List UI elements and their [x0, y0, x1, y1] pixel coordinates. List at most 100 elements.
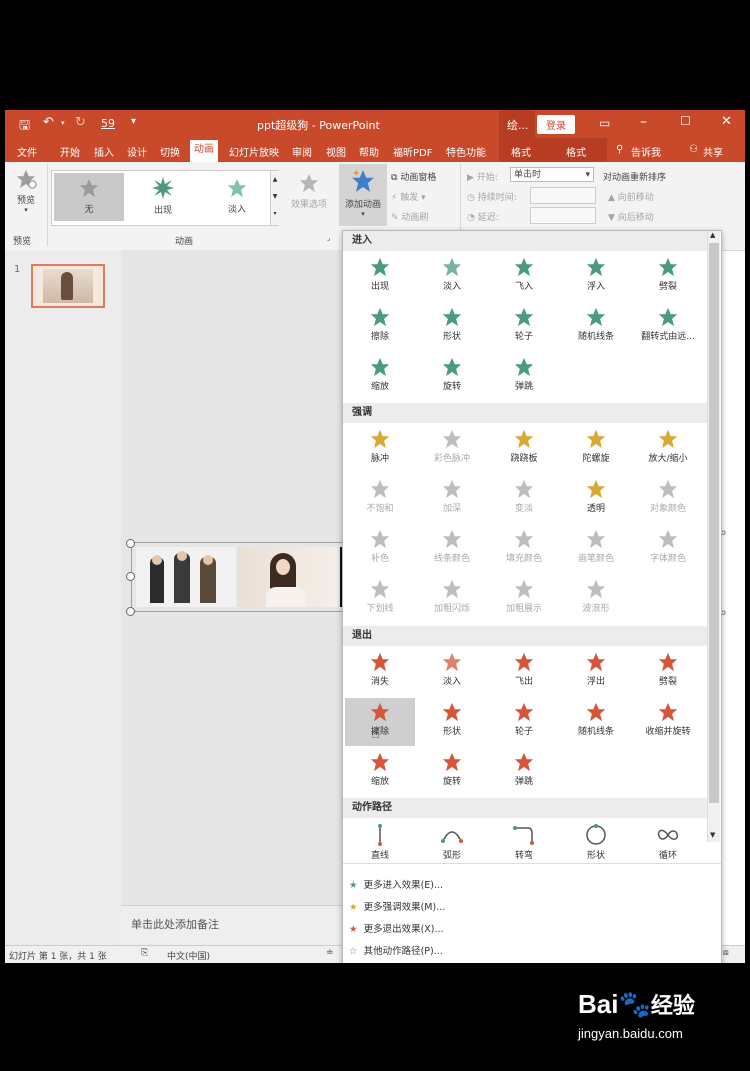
move-later-button[interactable]: ▼ 向后移动 — [608, 210, 654, 223]
more-paths-link[interactable]: ☆ 其他动作路径(P)... — [349, 943, 443, 957]
fit-slide-icon[interactable]: ⧈ — [723, 948, 729, 958]
tab-design[interactable]: 设计 — [127, 144, 147, 159]
tab-file[interactable]: 文件 — [17, 144, 37, 159]
effect-emphasis-1[interactable]: 彩色脉冲 — [417, 425, 487, 473]
effect-paths-4[interactable]: 循环 — [633, 820, 703, 868]
qat-customize-icon[interactable]: ▾ — [131, 116, 136, 127]
scroll-down-icon[interactable]: ▼ — [710, 831, 715, 839]
effect-exit-12[interactable]: 弹跳 — [489, 748, 559, 796]
qat-number[interactable]: 59 — [101, 117, 115, 130]
tab-review[interactable]: 审阅 — [292, 144, 312, 159]
effect-exit-9[interactable]: 收缩并旋转 — [633, 698, 703, 746]
effect-emphasis-6[interactable]: 加深 — [417, 475, 487, 523]
effect-emphasis-18[interactable]: 波浪形 — [561, 575, 631, 623]
login-button[interactable]: 登录 — [537, 115, 575, 134]
tab-foxit-pdf[interactable]: 福昕PDF — [393, 144, 432, 159]
effect-emphasis-16[interactable]: 加粗闪烁 — [417, 575, 487, 623]
effect-emphasis-4[interactable]: 放大/缩小 — [633, 425, 703, 473]
effect-entrance-4[interactable]: 劈裂 — [633, 253, 703, 301]
effect-emphasis-3[interactable]: 陀螺旋 — [561, 425, 631, 473]
effect-emphasis-7[interactable]: 变淡 — [489, 475, 559, 523]
effect-entrance-12[interactable]: 弹跳 — [489, 353, 559, 401]
effect-exit-1[interactable]: 淡入 — [417, 648, 487, 696]
resize-handle-bl[interactable] — [126, 607, 135, 616]
effect-entrance-7[interactable]: 轮子 — [489, 303, 559, 351]
effect-entrance-5[interactable]: 擦除 — [345, 303, 415, 351]
effect-entrance-3[interactable]: 浮入 — [561, 253, 631, 301]
tab-animations[interactable]: 动画 — [190, 140, 218, 162]
effect-paths-0[interactable]: 直线 — [345, 820, 415, 868]
animation-pane-button[interactable]: ⧉ 动画窗格 — [391, 170, 436, 183]
share-icon[interactable]: ⚇ — [689, 144, 698, 155]
effect-entrance-11[interactable]: 旋转 — [417, 353, 487, 401]
tab-home[interactable]: 开始 — [60, 144, 80, 159]
more-entrance-link[interactable]: ★ 更多进入效果(E)... — [349, 877, 443, 891]
effect-entrance-10[interactable]: 缩放 — [345, 353, 415, 401]
more-exit-link[interactable]: ★ 更多退出效果(X)... — [349, 921, 444, 935]
effect-emphasis-14[interactable]: 字体颜色 — [633, 525, 703, 573]
effect-entrance-0[interactable]: 出现 — [345, 253, 415, 301]
gallery-appear[interactable]: 出现 — [128, 173, 198, 221]
gallery-scroll[interactable]: ▲ ▼ ▾ — [270, 171, 279, 225]
effect-emphasis-8[interactable]: 透明 — [561, 475, 631, 523]
effect-entrance-1[interactable]: 淡入 — [417, 253, 487, 301]
resize-handle-ml[interactable] — [126, 572, 135, 581]
effect-emphasis-11[interactable]: 线条颜色 — [417, 525, 487, 573]
effect-entrance-9[interactable]: 翻转式由远... — [633, 303, 703, 351]
effect-exit-2[interactable]: 飞出 — [489, 648, 559, 696]
preview-button[interactable]: 预览 ▾ — [9, 168, 43, 222]
more-emphasis-link[interactable]: ★ 更多强调效果(M)... — [349, 899, 445, 913]
gallery-none[interactable]: 无 — [54, 173, 124, 221]
effect-entrance-2[interactable]: 飞入 — [489, 253, 559, 301]
spell-check-icon[interactable]: ⎘ — [141, 948, 148, 958]
undo-icon[interactable]: ↶ — [43, 115, 54, 130]
tab-insert[interactable]: 插入 — [94, 144, 114, 159]
scroll-up-icon[interactable]: ▲ — [710, 231, 715, 239]
effect-entrance-6[interactable]: 形状 — [417, 303, 487, 351]
start-select[interactable]: 单击时 ▾ — [510, 167, 594, 182]
resize-handle-tl[interactable] — [126, 539, 135, 548]
language[interactable]: 中文(中国) — [167, 949, 210, 962]
dialog-launcher-icon[interactable]: ⌟ — [327, 234, 330, 242]
tab-slideshow[interactable]: 幻灯片放映 — [229, 144, 279, 159]
effect-emphasis-5[interactable]: 不饱和 — [345, 475, 415, 523]
maximize-icon[interactable]: ☐ — [680, 114, 691, 128]
save-icon[interactable]: 🖫 — [19, 116, 30, 138]
effect-exit-4[interactable]: 劈裂 — [633, 648, 703, 696]
effect-emphasis-17[interactable]: 加粗展示 — [489, 575, 559, 623]
effect-emphasis-12[interactable]: 填充颜色 — [489, 525, 559, 573]
effect-options-button[interactable]: 效果选项 — [287, 172, 331, 210]
move-earlier-button[interactable]: ▲ 向前移动 — [608, 190, 654, 203]
close-icon[interactable]: ✕ — [721, 114, 732, 129]
effect-paths-1[interactable]: 弧形 — [417, 820, 487, 868]
duration-input[interactable] — [530, 187, 596, 204]
effect-entrance-8[interactable]: 随机线条 — [561, 303, 631, 351]
effect-emphasis-2[interactable]: 跷跷板 — [489, 425, 559, 473]
redo-icon[interactable]: ↻ — [75, 115, 86, 130]
effect-exit-6[interactable]: 形状 — [417, 698, 487, 746]
add-animation-button[interactable]: ✦ 添加动画 ▾ — [339, 164, 387, 226]
effect-emphasis-0[interactable]: 脉冲 — [345, 425, 415, 473]
effect-exit-7[interactable]: 轮子 — [489, 698, 559, 746]
trigger-button[interactable]: ⚡ 触发 ▾ — [391, 190, 426, 203]
scroll-thumb[interactable] — [709, 243, 719, 803]
tab-format-1[interactable]: 格式 — [511, 144, 531, 159]
tab-help[interactable]: 帮助 — [359, 144, 379, 159]
effect-emphasis-13[interactable]: 画笔颜色 — [561, 525, 631, 573]
tab-view[interactable]: 视图 — [326, 144, 346, 159]
delay-input[interactable] — [530, 207, 596, 224]
effect-exit-0[interactable]: 消失 — [345, 648, 415, 696]
effect-exit-8[interactable]: 随机线条 — [561, 698, 631, 746]
effect-exit-11[interactable]: 旋转 — [417, 748, 487, 796]
effect-emphasis-9[interactable]: 对象颜色 — [633, 475, 703, 523]
tab-format-2[interactable]: 格式 — [566, 144, 586, 159]
tab-special[interactable]: 特色功能 — [446, 144, 486, 159]
tell-me[interactable]: 告诉我 — [631, 144, 661, 159]
animation-painter-button[interactable]: ✎ 动画刷 — [391, 210, 428, 223]
tell-me-icon[interactable]: ⚲ — [616, 144, 623, 155]
slide-thumbnail[interactable] — [31, 264, 105, 308]
notes-toggle-icon[interactable]: ≐ — [326, 948, 334, 958]
effect-paths-3[interactable]: 形状 — [561, 820, 631, 868]
gallery-fade[interactable]: 淡入 — [202, 173, 272, 221]
effect-emphasis-15[interactable]: 下划线 — [345, 575, 415, 623]
